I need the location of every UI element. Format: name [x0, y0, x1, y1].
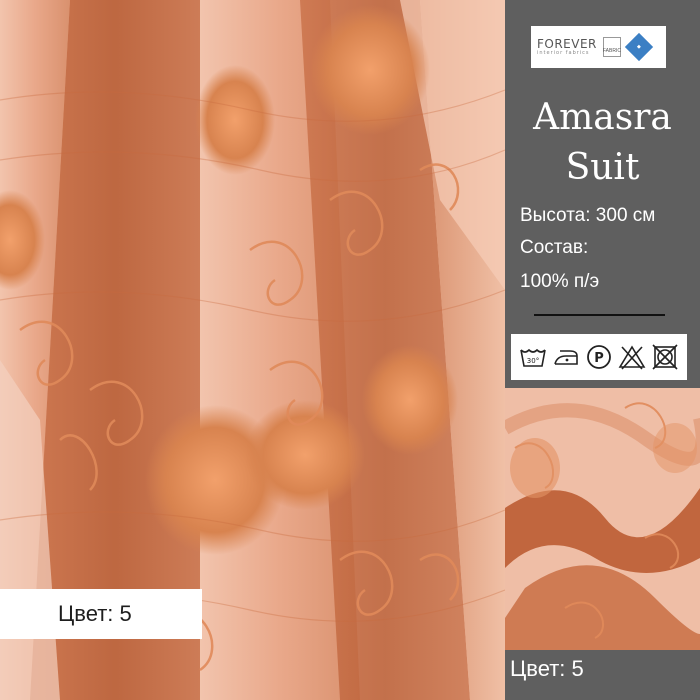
product-name-line-2: Suit [565, 147, 640, 188]
dry-clean-p-icon: P [585, 343, 613, 371]
brand-tagline: interior fabrics [537, 50, 590, 56]
brand-wordmark: FOREVER interior fabrics [537, 38, 597, 56]
color-label-main: Цвет: 5 [0, 589, 202, 639]
product-name-line-1: Amasra [533, 97, 672, 138]
iron-low-icon [552, 343, 580, 371]
fabric-mark-icon: FABRIC [603, 37, 621, 57]
spec-composition-value: 100% п/э [520, 271, 600, 292]
svg-text:P: P [594, 351, 604, 366]
spec-height: Высота: 300 см [520, 205, 656, 226]
fabric-mark-label: FABRIC [602, 48, 621, 54]
care-symbols: 30° P [511, 334, 687, 380]
divider [534, 314, 665, 316]
no-tumble-dry-icon [651, 343, 679, 371]
wash-30-icon: 30° [519, 343, 547, 371]
brand-name: FOREVER [537, 37, 597, 51]
spec-composition-label: Состав: [520, 237, 589, 258]
diamond-badge-icon: ◆ [624, 32, 654, 62]
wash-temp: 30° [527, 357, 539, 365]
no-bleach-icon [618, 343, 646, 371]
brand-logo: FOREVER interior fabrics FABRIC ◆ [531, 26, 666, 68]
color-label-swatch: Цвет: 5 [510, 656, 584, 681]
color-label-main-text: Цвет: 5 [58, 601, 132, 626]
swatch-detail-photo [505, 388, 700, 650]
